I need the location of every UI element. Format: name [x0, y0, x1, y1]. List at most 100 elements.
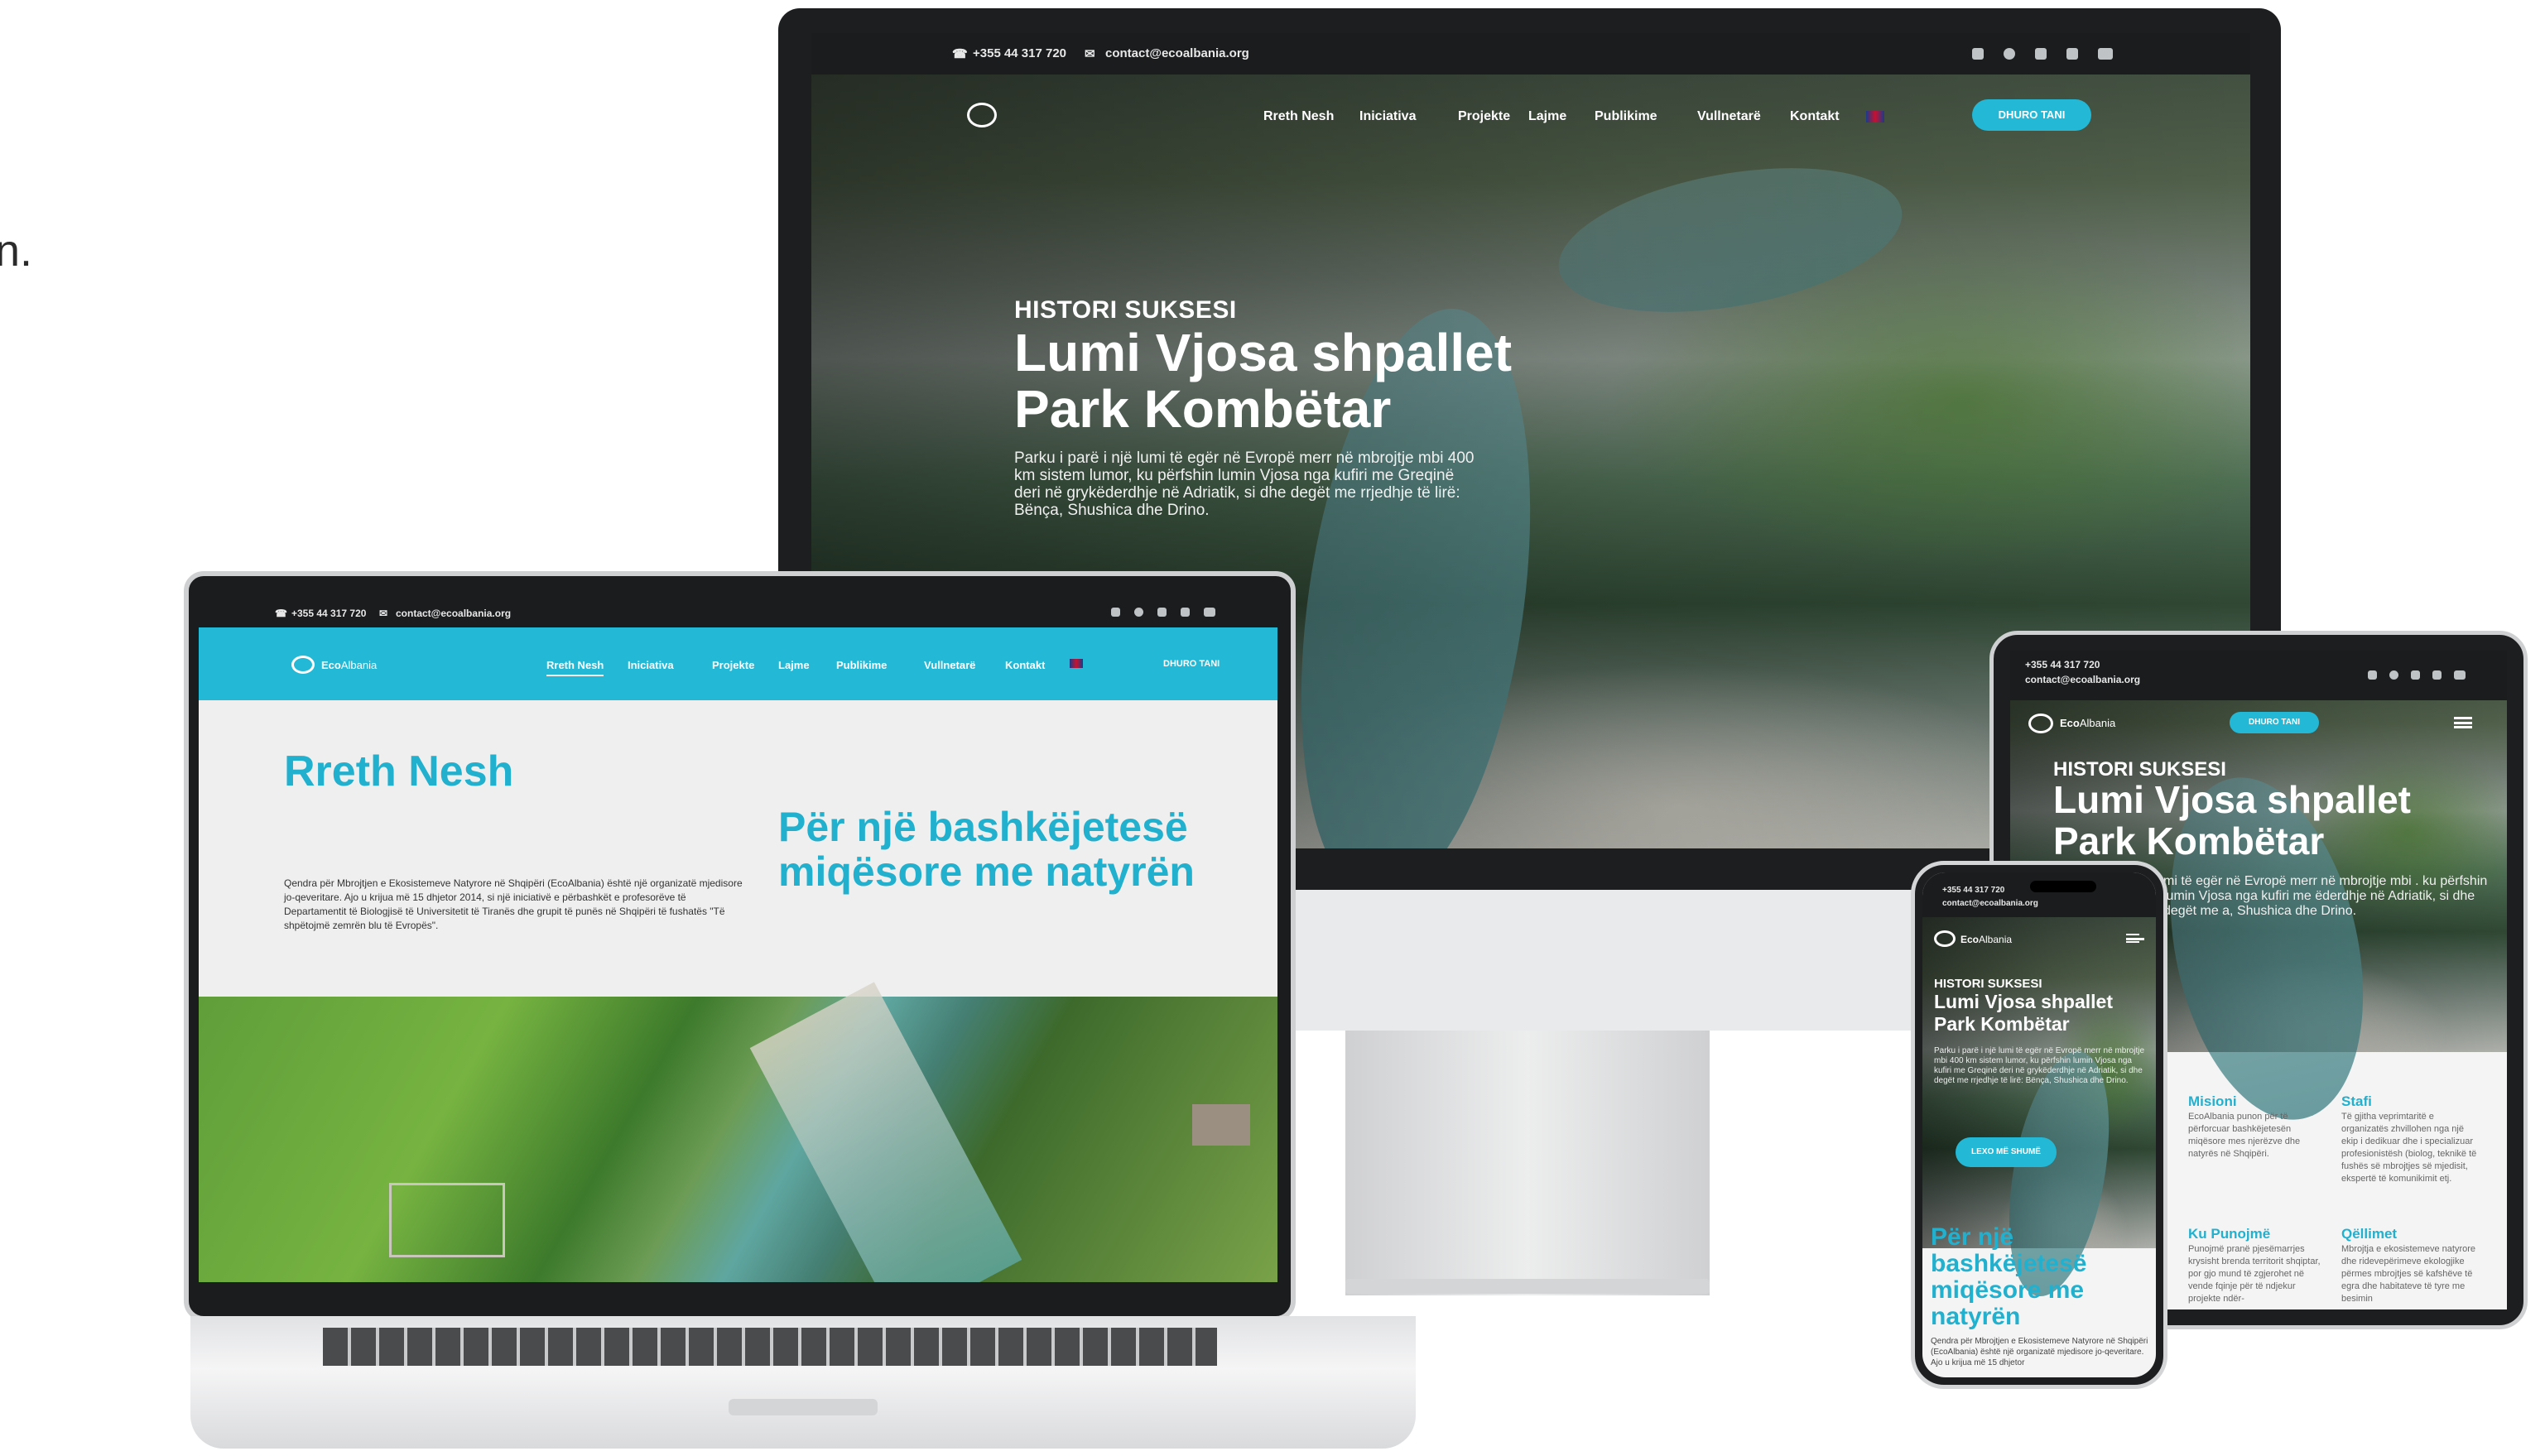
phone-icon: ☎ — [275, 608, 287, 619]
instagram-icon[interactable] — [1972, 48, 1984, 60]
contact-phone[interactable]: +355 44 317 720 — [291, 608, 366, 619]
nav-vullnetare[interactable]: Vullnetarë — [924, 659, 975, 671]
ecoalbania-logo-icon[interactable] — [1934, 930, 1956, 947]
youtube-icon[interactable] — [1204, 608, 1215, 617]
nav-rreth-nesh[interactable]: Rreth Nesh — [546, 659, 604, 676]
device-mockup-showcase: n. ☎ +355 44 317 720 ✉ contact@ecoalbani… — [0, 0, 2545, 1456]
donate-button[interactable]: DHURO TANI — [1163, 659, 1220, 669]
contact-phone[interactable]: +355 44 317 720 — [1942, 886, 2004, 895]
main-navigation: EcoAlbania Rreth Nesh Iniciativa Projekt… — [199, 627, 1277, 700]
top-contact-bar: +355 44 317 720 contact@ecoalbania.org — [1922, 872, 2156, 917]
brand-albania: Albania — [2079, 717, 2116, 729]
hero-title-line2: Park Kombëtar — [2053, 819, 2325, 863]
nav-rreth-nesh[interactable]: Rreth Nesh — [1263, 109, 1334, 124]
brand-name[interactable]: EcoAlbania — [1960, 934, 2012, 945]
nav-projekte[interactable]: Projekte — [1458, 109, 1510, 124]
top-contact-bar: ☎ +355 44 317 720 ✉ contact@ecoalbania.o… — [199, 599, 1277, 627]
contact-email[interactable]: contact@ecoalbania.org — [1942, 899, 2038, 908]
youtube-icon[interactable] — [2098, 48, 2113, 60]
section-misioni-text: EcoAlbania punon për të përforcuar bashk… — [2188, 1112, 2301, 1159]
donate-button[interactable]: DHURO TANI — [2230, 712, 2319, 733]
phone-screen: +355 44 317 720 contact@ecoalbania.org E… — [1922, 872, 2156, 1377]
nav-lajme[interactable]: Lajme — [1528, 109, 1566, 124]
hamburger-menu-icon[interactable] — [2454, 717, 2472, 728]
hero-description: mi të egër në Evropë merr në mbrojtje mb… — [2163, 874, 2488, 918]
nav-projekte[interactable]: Projekte — [712, 659, 754, 671]
nav-vullnetare[interactable]: Vullnetarë — [1697, 109, 1761, 124]
section-qellimet-heading: Qëllimet — [2341, 1226, 2398, 1242]
hero-description: Parku i parë i një lumi të egër në Evrop… — [1014, 449, 1475, 519]
section-qellimet-text: Mbrojtja e ekosistemeve natyrore dhe rid… — [2341, 1244, 2476, 1304]
hero-title: Lumi Vjosa shpallet Park Kombëtar — [1934, 991, 2113, 1035]
laptop-keyboard — [323, 1328, 1217, 1366]
instagram-icon[interactable] — [2368, 670, 2377, 680]
hero-kicker: HISTORI SUKSESI — [1934, 977, 2042, 991]
section-ku-punojme-text: Punojmë pranë pjesëmarrjes krysisht bren… — [2188, 1244, 2321, 1304]
contact-email[interactable]: contact@ecoalbania.org — [1105, 46, 1249, 60]
about-body: Qendra për Mbrojtjen e Ekosistemeve Naty… — [1931, 1337, 2148, 1367]
phone-notch — [2030, 881, 2096, 892]
youtube-icon[interactable] — [2454, 670, 2466, 680]
brand-eco: Eco — [1960, 934, 1980, 945]
ecoalbania-logo-icon[interactable] — [2028, 714, 2053, 733]
section-stafi-text: Të gjitha veprimtaritë e organizatës zhv… — [2341, 1112, 2477, 1184]
section-ku-punojme-heading: Ku Punojmë — [2188, 1226, 2271, 1242]
laptop-screen: ☎ +355 44 317 720 ✉ contact@ecoalbania.o… — [199, 599, 1277, 1282]
ecoalbania-logo-icon[interactable] — [291, 656, 315, 674]
uk-flag-icon[interactable] — [1070, 659, 1083, 668]
phone-icon: ☎ — [952, 47, 968, 61]
hero-kicker: HISTORI SUKSESI — [1014, 296, 1237, 324]
cropped-text-fragment: n. — [0, 226, 33, 276]
about-heading: Rreth Nesh — [284, 747, 514, 795]
instagram-icon[interactable] — [1111, 608, 1120, 617]
linkedin-icon[interactable] — [2432, 670, 2442, 680]
hero-title-line1: Lumi Vjosa shpallet — [1014, 323, 1513, 382]
nav-publikime[interactable]: Publikime — [836, 659, 887, 671]
ecoalbania-logo-icon[interactable] — [967, 103, 997, 127]
nav-kontakt[interactable]: Kontakt — [1790, 109, 1840, 124]
hero-title: Lumi Vjosa shpallet Park Kombëtar — [1014, 324, 1610, 437]
hero-description: Parku i parë i një lumi të egër në Evrop… — [1934, 1046, 2145, 1085]
section-misioni-heading: Misioni — [2188, 1093, 2237, 1109]
donate-button[interactable]: DHURO TANI — [1972, 99, 2091, 131]
facebook-icon[interactable] — [1134, 608, 1143, 617]
hero-title-line2: Park Kombëtar — [1014, 379, 1392, 439]
twitter-icon[interactable] — [1157, 608, 1167, 617]
hero-title-line1: Lumi Vjosa shpallet — [2053, 778, 2411, 821]
nav-iniciativa[interactable]: Iniciativa — [628, 659, 674, 671]
linkedin-icon[interactable] — [1181, 608, 1190, 617]
read-more-button[interactable]: LEXO MË SHUMË — [1956, 1137, 2057, 1167]
brand-albania: Albania — [1979, 934, 2013, 945]
hamburger-menu-icon[interactable] — [2126, 934, 2144, 943]
contact-phone[interactable]: +355 44 317 720 — [973, 46, 1066, 60]
linkedin-icon[interactable] — [2066, 48, 2078, 60]
nav-iniciativa[interactable]: Iniciativa — [1359, 109, 1416, 124]
contact-email[interactable]: contact@ecoalbania.org — [396, 608, 511, 619]
top-contact-bar: ☎ +355 44 317 720 ✉ contact@ecoalbania.o… — [811, 33, 2250, 74]
mail-icon: ✉ — [379, 608, 388, 619]
brand-name[interactable]: EcoAlbania — [2060, 717, 2115, 729]
facebook-icon[interactable] — [2004, 48, 2015, 60]
top-contact-bar: +355 44 317 720 contact@ecoalbania.org — [2010, 651, 2507, 700]
mail-icon: ✉ — [1085, 47, 1095, 61]
twitter-icon[interactable] — [2035, 48, 2047, 60]
brand-name[interactable]: EcoAlbania — [321, 659, 377, 671]
about-body: Qendra për Mbrojtjen e Ekosistemeve Naty… — [284, 877, 743, 931]
brand-eco: Eco — [321, 659, 341, 671]
monitor-stand — [1345, 1031, 1710, 1295]
monitor-base — [1345, 1279, 1710, 1294]
brand-eco: Eco — [2060, 717, 2080, 729]
about-tagline: Për një bashkëjetesë miqësore me natyrën — [778, 804, 1195, 895]
section-stafi-heading: Stafi — [2341, 1093, 2372, 1109]
nav-lajme[interactable]: Lajme — [778, 659, 810, 671]
facebook-icon[interactable] — [2389, 670, 2398, 680]
nav-publikime[interactable]: Publikime — [1595, 109, 1657, 124]
contact-phone[interactable]: +355 44 317 720 — [2025, 659, 2100, 670]
uk-flag-icon[interactable] — [1866, 111, 1884, 123]
twitter-icon[interactable] — [2411, 670, 2420, 680]
river-aerial-photo — [199, 982, 1277, 1282]
laptop-notch — [729, 1399, 878, 1415]
nav-kontakt[interactable]: Kontakt — [1005, 659, 1045, 671]
brand-albania: Albania — [340, 659, 378, 671]
contact-email[interactable]: contact@ecoalbania.org — [2025, 674, 2140, 685]
